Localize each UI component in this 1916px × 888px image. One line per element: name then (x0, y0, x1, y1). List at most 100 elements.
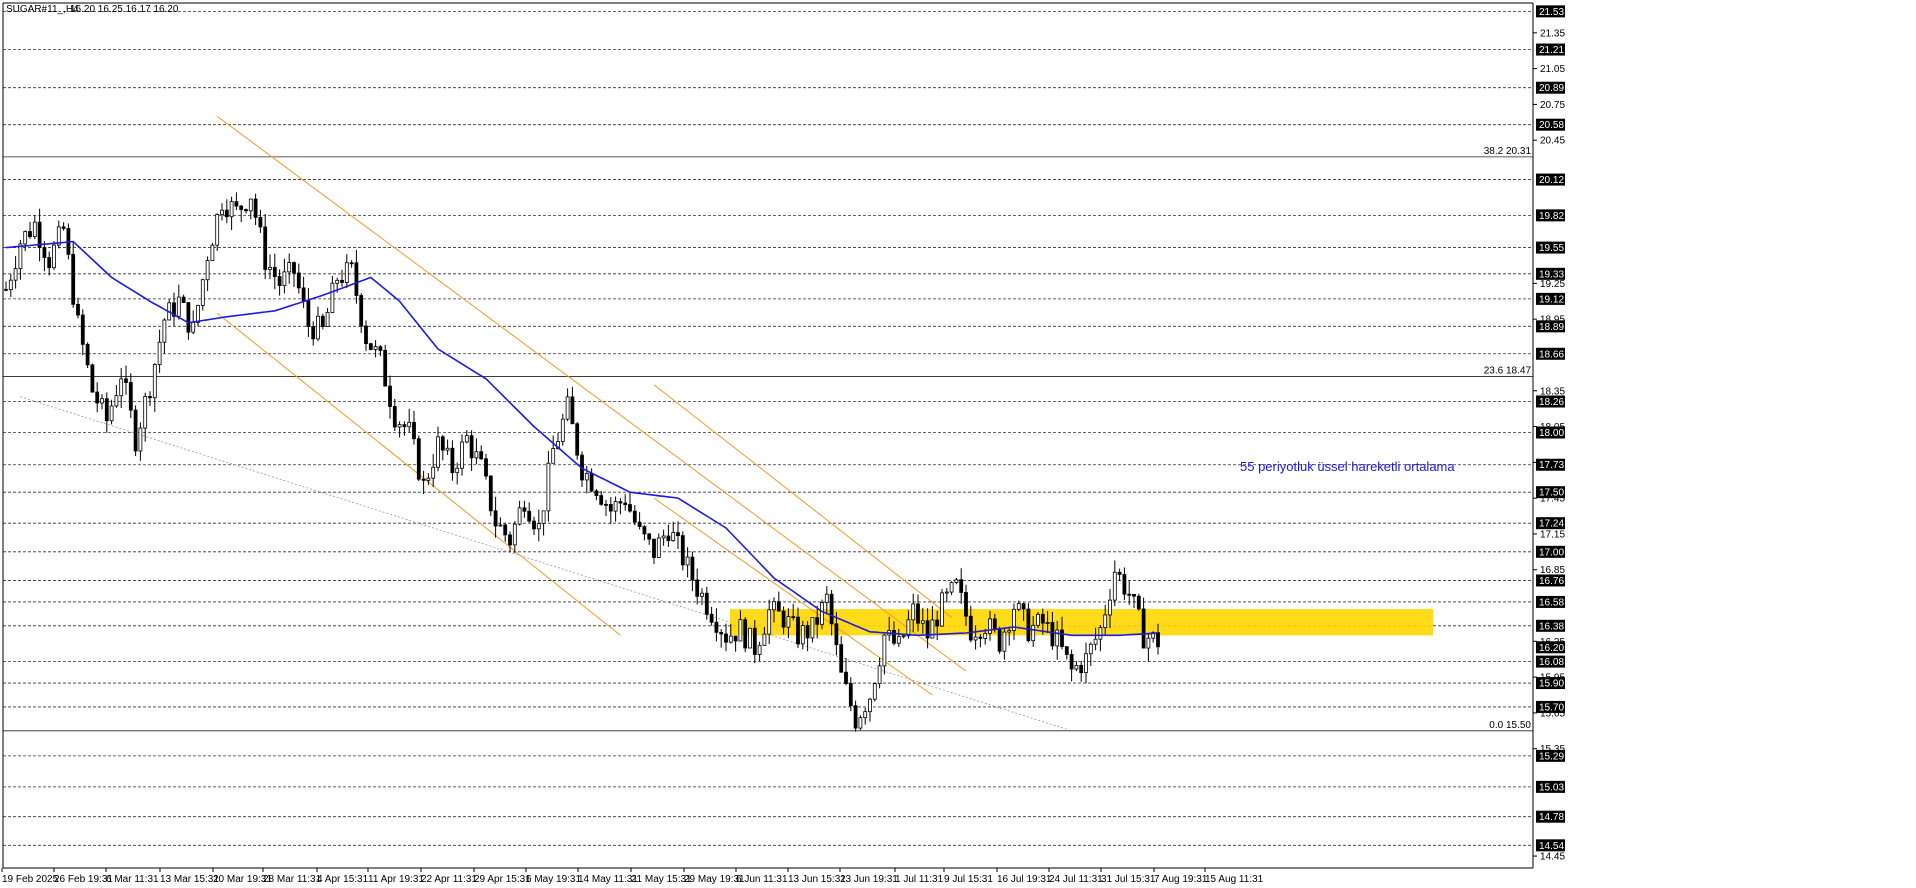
candle-body (287, 262, 292, 273)
y-tick-label: 17.15 (1540, 529, 1565, 540)
candle-body (536, 523, 541, 530)
candle-body (392, 406, 397, 428)
candle-body (263, 226, 268, 270)
candle (997, 626, 1002, 654)
candle-body (460, 441, 464, 469)
candle-body (28, 231, 32, 238)
candle-body (805, 625, 810, 639)
price-badge: 17.73 (1536, 458, 1565, 471)
candle-body (896, 636, 901, 644)
candle-body (90, 364, 95, 393)
price-badge-label: 18.00 (1539, 428, 1564, 439)
x-tick-label: 13 Mar 15:31 (160, 874, 219, 885)
price-badge-label: 15.90 (1539, 679, 1564, 690)
candle-body (935, 619, 940, 627)
x-tick-label: 31 Jul 15:31 (1101, 874, 1156, 885)
candle-body (8, 279, 13, 290)
candle-body (532, 520, 536, 530)
x-tick-label: 9 Jul 15:31 (944, 874, 993, 885)
candle-body (911, 603, 916, 621)
candle-body (964, 592, 968, 617)
price-badge-label: 14.54 (1539, 841, 1564, 852)
candle-body (344, 262, 349, 283)
candle-body (848, 683, 853, 707)
x-tick-label: 29 Apr 15:31 (474, 874, 531, 885)
x-tick-label: 23 Jun 19:31 (840, 874, 898, 885)
candle-body (920, 620, 925, 624)
candle-body (484, 458, 488, 477)
candle-body (604, 503, 608, 506)
candle-body (508, 534, 512, 546)
candle-body (1146, 637, 1151, 649)
candle-body (124, 378, 128, 383)
candle-body (1117, 571, 1122, 575)
candle-body (1060, 629, 1064, 648)
price-badge: 19.33 (1536, 267, 1565, 280)
ohlc-readout: 16.20 16.25 16.17 16.20 (70, 4, 179, 15)
candle-body (575, 423, 580, 456)
candle-body (215, 214, 220, 246)
candle-body (844, 671, 848, 684)
candle-body (733, 635, 738, 642)
candle-body (546, 462, 551, 512)
candle-body (320, 315, 325, 327)
candle-body (378, 346, 383, 351)
price-badge-label: 20.89 (1539, 83, 1564, 94)
candle-body (364, 325, 368, 345)
candle-body (973, 636, 978, 641)
candle-body (872, 683, 877, 700)
price-chart[interactable]: 38.2 20.31 23.6 18.47 0.0 15.50 55 periyot… (0, 0, 1916, 888)
candle-body (80, 314, 85, 345)
candle-body (407, 421, 412, 428)
y-tick-label: 20.75 (1540, 100, 1565, 111)
candle-body (148, 396, 152, 399)
candle-body (152, 364, 157, 399)
price-badge-label: 17.50 (1539, 488, 1564, 499)
candle-body (191, 322, 196, 333)
candle-body (196, 305, 200, 323)
candle-body (949, 582, 954, 593)
candle-body (752, 627, 757, 655)
candle-body (661, 535, 666, 539)
candle-body (23, 231, 28, 245)
candle (575, 422, 580, 460)
candle-body (95, 391, 100, 404)
candle-body (416, 438, 421, 480)
candle-body (853, 705, 858, 729)
candle-body (959, 579, 964, 593)
x-tick-label: 14 May 11:31 (578, 874, 638, 885)
candle-body (445, 447, 450, 451)
candle-body (388, 385, 392, 407)
candle-body (272, 267, 277, 277)
candle-body (306, 300, 311, 328)
candle (1136, 593, 1141, 611)
candle-body (901, 635, 906, 638)
candle-body (1007, 630, 1012, 633)
candle-body (498, 524, 503, 527)
candle-body (1127, 593, 1132, 596)
candle-body (738, 619, 743, 642)
x-tick-label: 6 May 19:31 (526, 874, 581, 885)
candle (940, 589, 944, 627)
y-tick-label: 14.45 (1540, 852, 1565, 863)
candle-body (37, 221, 42, 248)
candle-body (469, 435, 474, 459)
price-badge-label: 18.26 (1539, 397, 1564, 408)
candle-body (676, 532, 680, 537)
candle-body (1026, 608, 1031, 642)
candle-body (954, 579, 959, 583)
candle-body (728, 635, 733, 643)
candle-body (796, 616, 800, 645)
candle (215, 213, 220, 251)
price-badge: 14.54 (1536, 839, 1565, 852)
candle-body (820, 602, 824, 625)
candle-body (181, 296, 186, 303)
candle-body (157, 341, 162, 365)
price-badge-label: 17.24 (1539, 519, 1564, 530)
candle-body (1036, 613, 1040, 626)
candle-body (709, 613, 714, 623)
candle (748, 627, 752, 649)
candle-body (839, 644, 844, 673)
candle-body (133, 409, 138, 452)
y-tick-label: 19.25 (1540, 279, 1565, 290)
